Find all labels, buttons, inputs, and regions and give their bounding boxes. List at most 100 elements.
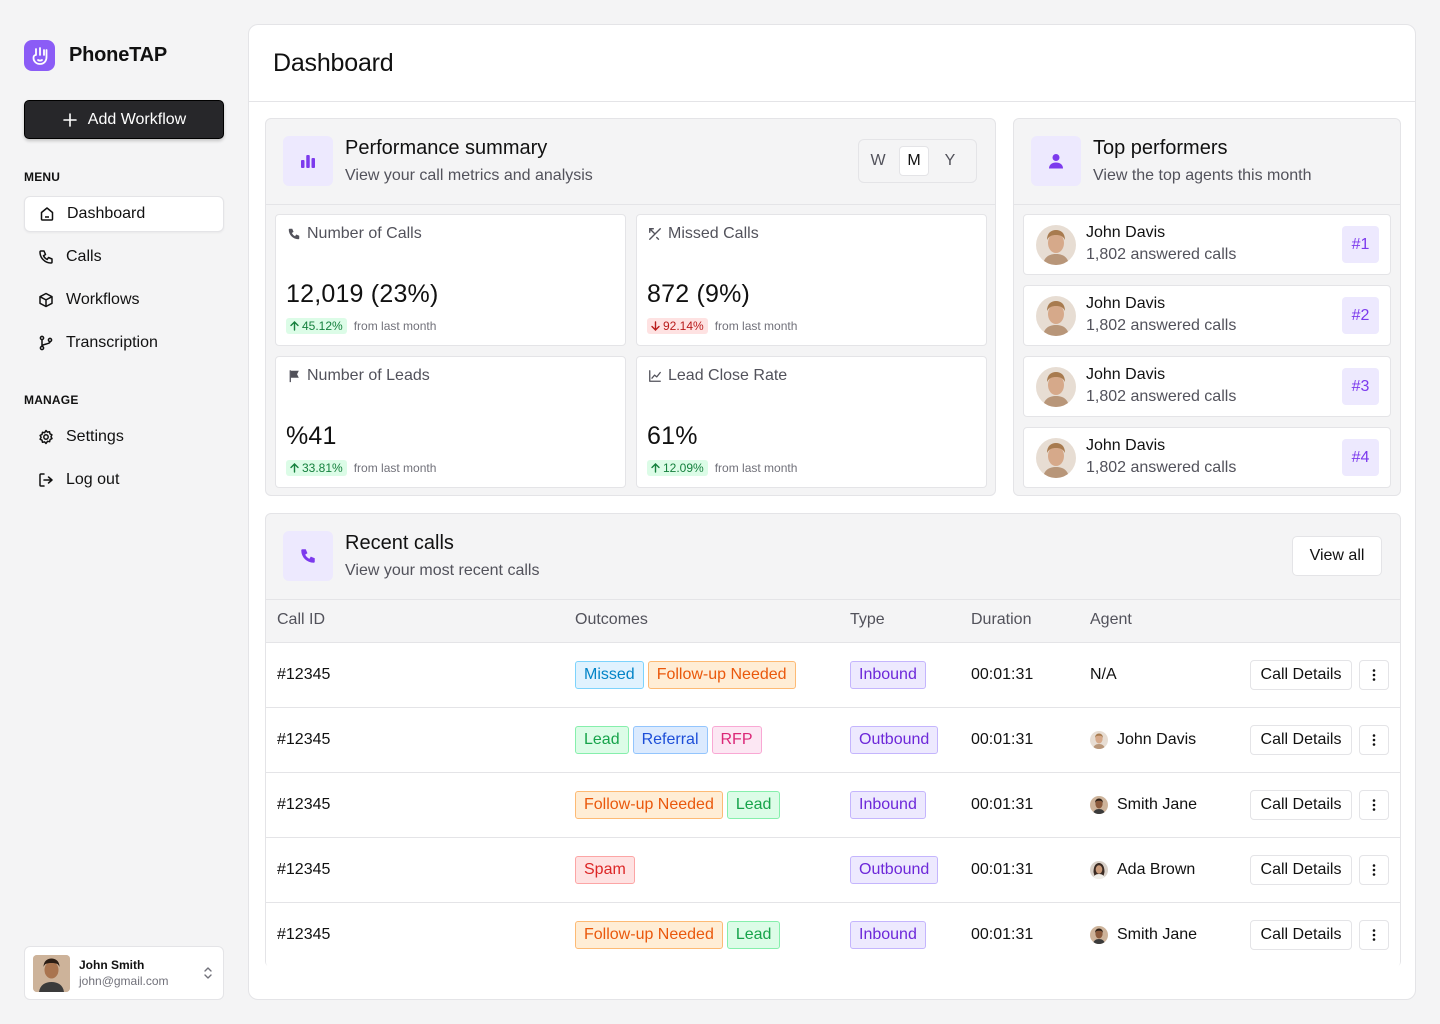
- metric-value: %41: [286, 422, 337, 450]
- avatar: [1090, 861, 1108, 879]
- sidebar-item-logout[interactable]: Log out: [24, 462, 224, 498]
- more-options-button[interactable]: [1359, 920, 1389, 950]
- avatar: [1090, 796, 1108, 814]
- dots-vertical-icon: [1372, 799, 1376, 811]
- call-details-button[interactable]: Call Details: [1250, 920, 1352, 950]
- more-options-button[interactable]: [1359, 790, 1389, 820]
- outcome-tag: Missed: [575, 661, 644, 689]
- chevron-up-down-icon: [204, 967, 212, 979]
- card-header: Performance summary View your call metri…: [266, 119, 995, 205]
- user-account-switcher[interactable]: John Smith john@gmail.com: [24, 946, 224, 1000]
- outcome-tag: Lead: [726, 791, 781, 819]
- delta-note: from last month: [353, 319, 437, 333]
- call-details-button[interactable]: Call Details: [1250, 790, 1352, 820]
- user-name: John Smith: [79, 958, 145, 972]
- table-row[interactable]: #12345 Missed Follow-up Needed Inbound 0…: [266, 643, 1400, 708]
- agent-name: John Davis: [1117, 731, 1197, 748]
- metric-value: 872 (9%): [647, 280, 751, 308]
- period-year-button[interactable]: Y: [935, 146, 965, 176]
- table-row[interactable]: #12345 Follow-up Needed Lead Inbound 00:…: [266, 903, 1400, 968]
- agent-cell: Smith Jane: [1090, 903, 1197, 967]
- phone-icon: [288, 228, 300, 240]
- column-header-call-id[interactable]: Call ID: [277, 611, 325, 629]
- type-cell: Inbound: [850, 643, 930, 707]
- outcome-tag: Follow-up Needed: [575, 921, 723, 949]
- avatar: [33, 954, 70, 992]
- card-title: Top performers: [1093, 137, 1228, 159]
- sidebar-item-calls[interactable]: Calls: [24, 239, 224, 275]
- delta-value: 45.12%: [302, 319, 343, 333]
- sidebar-item-label: Settings: [66, 428, 124, 445]
- column-header-type[interactable]: Type: [850, 611, 885, 629]
- type-cell: Inbound: [850, 903, 930, 967]
- metric-label-text: Lead Close Rate: [668, 367, 788, 384]
- table-row[interactable]: #12345 Lead Referral RFP Outbound 00:01:…: [266, 708, 1400, 773]
- view-all-button[interactable]: View all: [1292, 536, 1382, 576]
- box-icon: [39, 292, 53, 308]
- performer-calls: 1,802 answered calls: [1086, 388, 1237, 405]
- column-header-duration[interactable]: Duration: [971, 611, 1031, 629]
- type-cell: Inbound: [850, 773, 930, 837]
- type-tag: Inbound: [850, 791, 926, 819]
- more-options-button[interactable]: [1359, 660, 1389, 690]
- sidebar-item-settings[interactable]: Settings: [24, 419, 224, 455]
- outcome-tag: Lead: [726, 921, 781, 949]
- performer-row[interactable]: John Davis 1,802 answered calls #2: [1023, 285, 1391, 346]
- type-cell: Outbound: [850, 838, 942, 902]
- phone-icon: [283, 531, 333, 581]
- sidebar: PhoneTAP Add Workflow MENU Dashboard Cal…: [0, 0, 248, 1024]
- period-week-button[interactable]: W: [863, 146, 893, 176]
- delta-note: from last month: [714, 461, 798, 475]
- duration: 00:01:31: [971, 796, 1034, 813]
- card-subtitle: View your most recent calls: [345, 562, 540, 579]
- recent-calls-card: Recent calls View your most recent calls…: [265, 513, 1401, 968]
- call-details-button[interactable]: Call Details: [1250, 725, 1352, 755]
- delta-badge: 92.14%: [647, 318, 708, 334]
- agent: N/A: [1090, 666, 1117, 683]
- performer-row[interactable]: John Davis 1,802 answered calls #3: [1023, 356, 1391, 417]
- sidebar-item-dashboard[interactable]: Dashboard: [24, 196, 224, 232]
- column-header-agent[interactable]: Agent: [1090, 611, 1132, 629]
- sidebar-item-transcription[interactable]: Transcription: [24, 325, 224, 361]
- add-workflow-button[interactable]: Add Workflow: [24, 100, 224, 139]
- sidebar-item-label: Workflows: [66, 291, 140, 308]
- performer-row[interactable]: John Davis 1,802 answered calls #4: [1023, 427, 1391, 488]
- metric-missed-calls: Missed Calls 872 (9%) 92.14% from last m…: [636, 214, 987, 346]
- git-branch-icon: [39, 335, 53, 351]
- performer-row[interactable]: John Davis 1,802 answered calls #1: [1023, 214, 1391, 275]
- sidebar-item-workflows[interactable]: Workflows: [24, 282, 224, 318]
- call-id: #12345: [277, 861, 331, 878]
- more-options-button[interactable]: [1359, 725, 1389, 755]
- sidebar-item-label: Calls: [66, 248, 102, 265]
- outcomes-cell: Follow-up Needed Lead: [575, 903, 784, 967]
- table-row[interactable]: #12345 Follow-up Needed Lead Inbound 00:…: [266, 773, 1400, 838]
- metric-value: 61%: [647, 422, 698, 450]
- phone-icon: [39, 250, 53, 264]
- home-icon: [40, 207, 54, 221]
- phonetap-logo-icon: [24, 40, 55, 71]
- trend-icon: [649, 370, 661, 382]
- outcomes-cell: Follow-up Needed Lead: [575, 773, 784, 837]
- performer-calls: 1,802 answered calls: [1086, 246, 1237, 263]
- gear-icon: [39, 429, 53, 445]
- period-month-button[interactable]: M: [899, 146, 929, 176]
- brand[interactable]: PhoneTAP: [24, 40, 167, 71]
- performer-name: John Davis: [1086, 437, 1166, 454]
- duration: 00:01:31: [971, 926, 1034, 943]
- column-header-outcomes[interactable]: Outcomes: [575, 611, 648, 629]
- call-details-button[interactable]: Call Details: [1250, 855, 1352, 885]
- call-id: #12345: [277, 666, 331, 683]
- more-options-button[interactable]: [1359, 855, 1389, 885]
- type-cell: Outbound: [850, 708, 942, 772]
- metric-value: 12,019 (23%): [286, 280, 439, 308]
- table-row[interactable]: #12345 Spam Outbound 00:01:31 Ada Brown …: [266, 838, 1400, 903]
- type-tag: Inbound: [850, 661, 926, 689]
- call-details-button[interactable]: Call Details: [1250, 660, 1352, 690]
- page-title: Dashboard: [273, 48, 394, 77]
- metric-label-text: Number of Calls: [307, 225, 422, 242]
- arrow-up-icon: [290, 463, 299, 473]
- duration: 00:01:31: [971, 666, 1034, 683]
- agent-cell: Ada Brown: [1090, 838, 1195, 902]
- metric-footer: 12.09% from last month: [647, 460, 797, 476]
- avatar: [1090, 731, 1108, 749]
